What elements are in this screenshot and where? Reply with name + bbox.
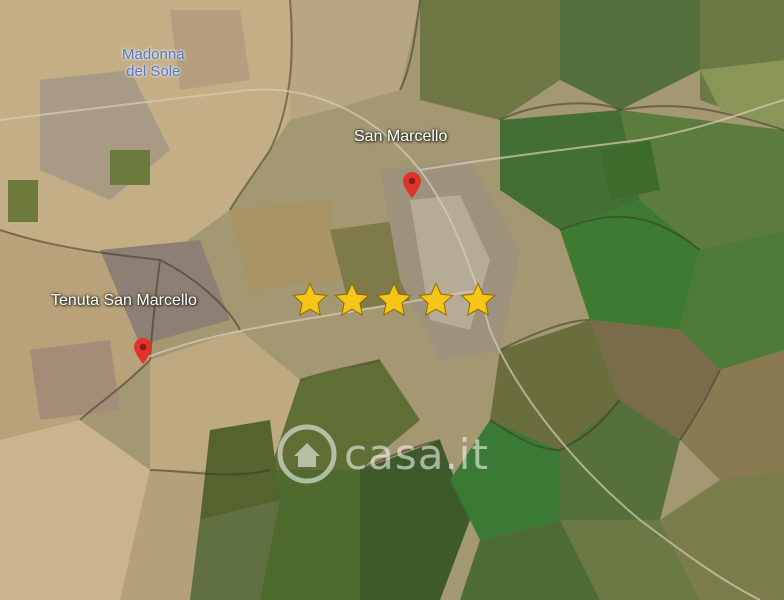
star-icon	[292, 282, 328, 316]
map-pin-icon[interactable]	[403, 172, 421, 198]
map-label-madonna-line1: Madonna	[122, 46, 185, 63]
star-icon	[460, 282, 496, 316]
rating-stars	[291, 281, 497, 319]
house-icon	[277, 424, 337, 484]
star-icon	[376, 282, 412, 316]
map-label-tenuta-san-marcello: Tenuta San Marcello	[51, 292, 197, 309]
map-label-madonna-line2: del Sole	[126, 62, 181, 80]
satellite-map[interactable]: Madonna del Sole San Marcello Tenuta San…	[0, 0, 784, 600]
casa-it-watermark: casa.it	[276, 423, 489, 485]
map-label-san-marcello: San Marcello	[354, 128, 448, 145]
star-icon	[418, 282, 454, 316]
map-label-madonna-del-sole: Madonna del Sole	[122, 46, 185, 80]
map-pin-icon[interactable]	[134, 338, 152, 364]
star-icon	[334, 282, 370, 316]
watermark-text: casa.it	[344, 429, 489, 479]
